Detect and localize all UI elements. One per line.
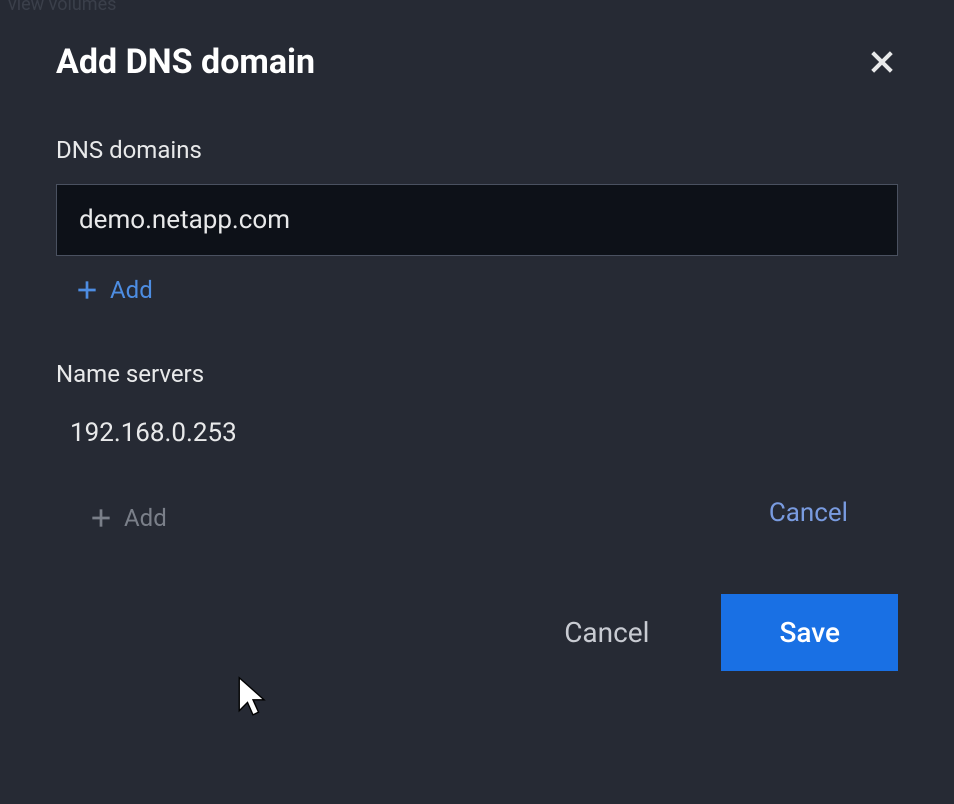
add-name-server-label: Add [124, 504, 167, 532]
close-button[interactable] [858, 38, 906, 86]
dns-domain-input[interactable] [56, 184, 898, 256]
modal-header: Add DNS domain [0, 0, 954, 110]
plus-icon [88, 505, 114, 531]
name-server-value: 192.168.0.253 [70, 418, 237, 448]
modal-body: DNS domains Add Name servers 192.168.0.2… [0, 136, 954, 532]
name-server-row: 192.168.0.253 Add Cancel [70, 418, 848, 532]
save-button[interactable]: Save [721, 594, 898, 671]
modal-title: Add DNS domain [56, 42, 315, 82]
dns-domains-label: DNS domains [56, 136, 898, 164]
add-dns-domain-button[interactable]: Add [74, 276, 898, 304]
add-dns-domain-modal: Add DNS domain DNS domains Add Name serv… [0, 0, 954, 804]
name-server-cancel-button[interactable]: Cancel [769, 498, 848, 528]
add-dns-domain-label: Add [110, 276, 153, 304]
cancel-button[interactable]: Cancel [564, 616, 649, 649]
close-icon [866, 46, 898, 78]
modal-footer: Cancel Save [0, 594, 954, 671]
name-servers-label: Name servers [56, 360, 898, 388]
background-text: view volumes [0, 0, 124, 19]
plus-icon [74, 277, 100, 303]
add-name-server-button[interactable]: Add [88, 504, 237, 532]
